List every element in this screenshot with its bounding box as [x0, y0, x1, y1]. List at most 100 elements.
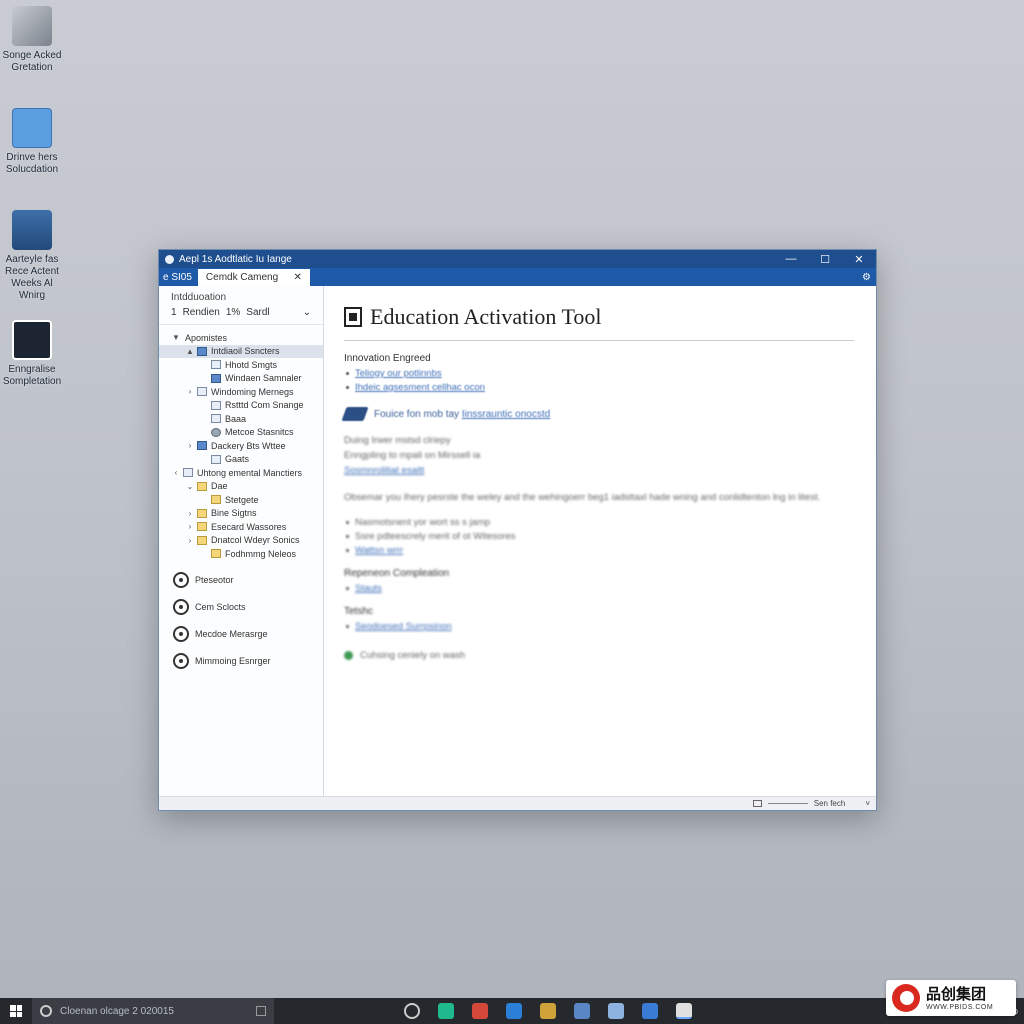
- tree-item[interactable]: › Bine Sigtns: [159, 507, 323, 521]
- tree-item-label: Rstttd Com Snange: [225, 400, 304, 411]
- start-button[interactable]: [0, 998, 32, 1024]
- sidebar-action[interactable]: Mecdoe Merasrge: [159, 621, 323, 648]
- tree-item[interactable]: Windaen Samnaler: [159, 372, 323, 386]
- desktop-icon-user-photo[interactable]: Aarteyle fas Rece Actent Weeks Al Wnirg: [0, 210, 64, 302]
- tree-item[interactable]: Baaa: [159, 412, 323, 426]
- render-button[interactable]: Rendien: [183, 307, 220, 318]
- status-link[interactable]: Stauts: [355, 583, 382, 594]
- support-link[interactable]: Seodoesed Surrpsinon: [355, 621, 452, 632]
- tree-item[interactable]: ⌄ Dae: [159, 480, 323, 494]
- file-icon: [211, 400, 221, 410]
- tree-item[interactable]: Gaats: [159, 453, 323, 467]
- chevron-down-icon[interactable]: ⌄: [303, 307, 311, 318]
- globe-icon: [173, 599, 189, 615]
- status-indicator: Cuhsing ceniely on wash: [344, 650, 854, 661]
- photo-icon[interactable]: [540, 1003, 556, 1019]
- tab-home[interactable]: e SI05: [163, 272, 198, 286]
- mail-icon[interactable]: [642, 1003, 658, 1019]
- tree-item-label: Bine Sigtns: [211, 508, 257, 519]
- search-icon: [40, 1005, 52, 1017]
- watermark-url: WWW.PBIDS.COM: [926, 1003, 994, 1011]
- desktop-icon-label: Songe Acked Gretation: [2, 50, 62, 73]
- sidebar: Intdduoation 1 Rendien 1% Sardl ⌄ ▼ Apomi…: [159, 286, 324, 796]
- tree-item[interactable]: Rstttd Com Snange: [159, 399, 323, 413]
- pinwheel-icon[interactable]: [472, 1003, 488, 1019]
- tree-toggle-icon[interactable]: ▲: [185, 347, 195, 356]
- minimize-button[interactable]: —: [774, 250, 808, 268]
- section-tetshc: Tetshc Seodoesed Surrpsinon: [344, 606, 854, 632]
- tree-item-label: Dackery Bts Wttee: [211, 440, 286, 451]
- bullet-dot: [346, 549, 349, 552]
- microphone-icon[interactable]: [256, 1006, 266, 1016]
- tree-item-label: Windaen Samnaler: [225, 373, 302, 384]
- folder-icon: [211, 549, 221, 559]
- store-icon[interactable]: [506, 1003, 522, 1019]
- file-icon: [211, 414, 221, 424]
- link-item[interactable]: Teliogy our potlinnbs: [355, 368, 442, 379]
- list-item-link[interactable]: Wattsn wrrr: [355, 545, 403, 556]
- tree-toggle-icon[interactable]: ▼: [171, 333, 181, 342]
- zoom-slider[interactable]: [767, 803, 808, 804]
- view-icon[interactable]: [752, 800, 762, 807]
- tree-item[interactable]: › Dackery Bts Wttee: [159, 439, 323, 453]
- tree-item[interactable]: Metcoe Stasnitcs: [159, 426, 323, 440]
- activation-tool-icon: [344, 307, 362, 327]
- tree-item[interactable]: Hhotd Smgts: [159, 358, 323, 372]
- tab-active[interactable]: Cemdk Cameng ✕: [197, 269, 310, 286]
- tree-item[interactable]: ▲ Intdiaoil Ssncters: [159, 344, 323, 358]
- statusbar-arrow-icon[interactable]: ˅: [865, 799, 870, 808]
- tree-item[interactable]: › Windoming Mernegs: [159, 385, 323, 399]
- book-icon: [341, 407, 369, 421]
- desktop-icon-certificate[interactable]: Enngralise Sompletation: [0, 320, 64, 388]
- desktop-icon-installer[interactable]: Songe Acked Gretation: [0, 6, 64, 74]
- gear-icon: [211, 427, 221, 437]
- chrome-icon[interactable]: [676, 1003, 692, 1019]
- sidebar-action[interactable]: Mimmoing Esnrger: [159, 648, 323, 675]
- section-link[interactable]: Sosmnrolitiat esaitt: [344, 463, 854, 478]
- tree-toggle-icon[interactable]: ›: [185, 536, 195, 545]
- link-item[interactable]: Ihdeic agsesment cellhac ocon: [355, 382, 485, 393]
- sidebar-action[interactable]: Cem Sclocts: [159, 594, 323, 621]
- search-button[interactable]: Sardl: [246, 307, 296, 318]
- close-button[interactable]: ✕: [842, 250, 876, 268]
- tree-toggle-icon[interactable]: ›: [185, 441, 195, 450]
- tree-item-label: Metcoe Stasnitcs: [225, 427, 294, 438]
- tab-close-icon[interactable]: ✕: [294, 272, 302, 283]
- maximize-button[interactable]: ☐: [808, 250, 842, 268]
- tree-toggle-icon[interactable]: ›: [185, 509, 195, 518]
- brand-logo-icon: [892, 984, 920, 1012]
- tree-toggle-icon[interactable]: ⌄: [185, 482, 195, 491]
- taskbar-search[interactable]: Cloenan olcage 2 020015: [32, 998, 274, 1024]
- blue-icon: [197, 441, 207, 451]
- desktop-icon-folder[interactable]: Drinve hers Solucdation: [0, 108, 64, 176]
- app-green-icon[interactable]: [438, 1003, 454, 1019]
- tree-toggle-icon[interactable]: ‹: [171, 468, 181, 477]
- paint-icon[interactable]: [574, 1003, 590, 1019]
- tree-item[interactable]: ‹ Uhtong emental Manctiers: [159, 466, 323, 480]
- tree-item[interactable]: › Esecard Wassores: [159, 520, 323, 534]
- sidebar-action-label: Mecdoe Merasrge: [195, 629, 268, 639]
- tree-item-label: Gaats: [225, 454, 250, 465]
- search-input[interactable]: Cloenan olcage 2 020015: [60, 1006, 256, 1017]
- promo-link[interactable]: Iinssrauntic onocstd: [462, 409, 550, 420]
- tree-toggle-icon[interactable]: ›: [185, 522, 195, 531]
- tree-item-label: Esecard Wassores: [211, 521, 287, 532]
- sidebar-action-label: Cem Sclocts: [195, 602, 246, 612]
- settings-icon[interactable]: ⚙: [862, 272, 876, 286]
- tree-toggle-icon[interactable]: ›: [185, 387, 195, 396]
- text-line: Duing Irwer mstsd clriepy: [344, 435, 451, 446]
- tree-item-label: Stetgete: [225, 494, 259, 505]
- sidebar-action[interactable]: Pteseotor: [159, 567, 323, 594]
- sidebar-actions: Pteseotor Cem Sclocts Mecdoe Merasrge Mimmo…: [159, 567, 323, 675]
- bullet-dot: [346, 587, 349, 590]
- title-bar[interactable]: Aepl 1s Aodtlatic Iu Iange — ☐ ✕: [159, 250, 876, 268]
- tree-item[interactable]: ▼ Apomistes: [159, 331, 323, 345]
- home-icon[interactable]: [608, 1003, 624, 1019]
- promo-text: Fouice fon mob tay: [374, 408, 460, 420]
- tree-item[interactable]: › Dnatcol Wdeyr Sonics: [159, 534, 323, 548]
- tree-item[interactable]: Fodhmmg Neleos: [159, 547, 323, 561]
- tree-item-label: Dnatcol Wdeyr Sonics: [211, 535, 300, 546]
- cortana-icon[interactable]: [404, 1003, 420, 1019]
- tree-item[interactable]: Stetgete: [159, 493, 323, 507]
- file-icon: [183, 468, 193, 478]
